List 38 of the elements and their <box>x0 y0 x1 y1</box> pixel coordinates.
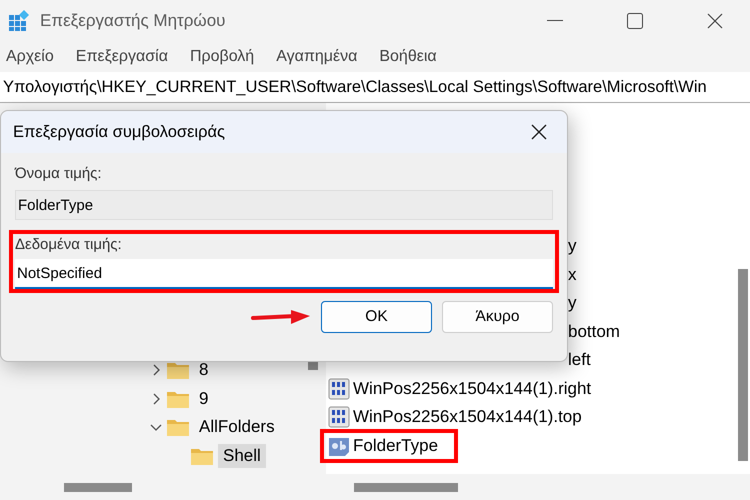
value-name[interactable]: WinPos2256x1504x144(1).top <box>353 407 582 428</box>
minimize-icon <box>547 20 563 22</box>
tree-item[interactable]: Shell <box>218 444 266 468</box>
binary-value-icon <box>328 406 350 428</box>
dialog-button[interactable]: Άκυρο <box>442 301 553 333</box>
dialog-button[interactable]: OK <box>321 301 432 333</box>
value-name[interactable]: FolderType <box>353 436 438 456</box>
value-name[interactable]: bottom <box>568 322 620 342</box>
window-title: Επεξεργαστής Μητρώου <box>40 11 226 31</box>
value-name[interactable]: left <box>568 350 591 370</box>
scrollbar-thumb[interactable] <box>64 482 132 492</box>
close-icon <box>531 124 547 140</box>
menu-item[interactable]: Αρχείο <box>6 48 54 66</box>
menu-item[interactable]: Επεξεργασία <box>76 48 168 66</box>
binary-value-icon <box>328 378 350 400</box>
tree-item[interactable]: 9 <box>194 386 214 411</box>
tree-item[interactable]: 8 <box>194 358 214 382</box>
maximize-icon <box>627 13 643 29</box>
menu-item[interactable]: Προβολή <box>190 48 254 66</box>
scrollbar-thumb[interactable] <box>738 269 748 461</box>
registry-app-icon <box>8 10 30 32</box>
field-label: Δεδομένα τιμής: <box>15 236 123 253</box>
value-name[interactable]: WinPos2256x1504x144(1).right <box>353 378 592 399</box>
value-name[interactable]: x <box>568 264 576 285</box>
folder-icon <box>166 360 190 380</box>
address-bar[interactable]: Υπολογιστής\HKEY_CURRENT_USER\Software\Classes\Local Settings\Software\Microsoft\Win <box>0 72 750 103</box>
folder-icon <box>166 417 190 438</box>
scrollbar-thumb[interactable] <box>354 482 458 492</box>
close-icon <box>707 13 723 29</box>
value-name[interactable]: y <box>568 236 576 256</box>
dialog-title: Επεξεργασία συμβολοσειράς <box>13 122 226 142</box>
tree-item[interactable]: AllFolders <box>194 415 280 440</box>
menu-item[interactable]: Αγαπημένα <box>276 48 358 66</box>
field-label: Όνομα τιμής: <box>15 165 103 182</box>
value-name[interactable]: y <box>568 293 576 314</box>
menu-item[interactable]: Βοήθεια <box>379 48 437 66</box>
value-name-field[interactable]: FolderType <box>15 190 553 220</box>
value-data-field[interactable]: NotSpecified <box>15 259 553 289</box>
